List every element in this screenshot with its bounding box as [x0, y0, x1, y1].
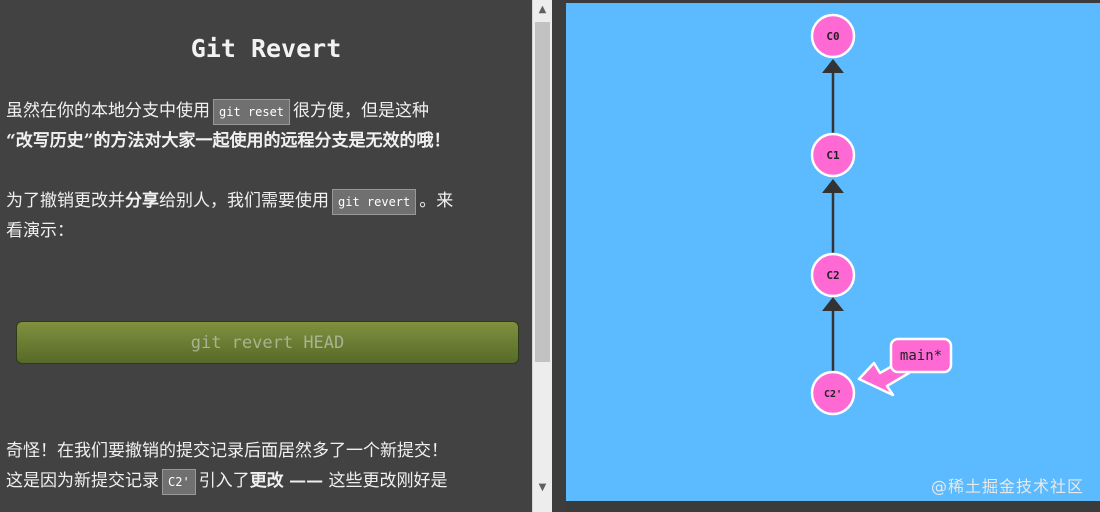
- watermark: @稀土掘金技术社区: [930, 477, 1084, 496]
- commit-c0[interactable]: C0: [810, 13, 856, 59]
- edge-c1-c0: [822, 59, 844, 133]
- branch-label: main*: [900, 348, 942, 364]
- git-visualization: C0 C1 C2 C2' main* @稀土掘金技术社区: [566, 3, 1100, 501]
- inline-code-git-reset: git reset: [213, 98, 291, 125]
- edge-c2-c1: [822, 179, 844, 253]
- inline-code-git-revert: git revert: [332, 188, 417, 215]
- commit-c2-prime[interactable]: C2': [810, 370, 856, 416]
- commit-label: C2': [824, 389, 842, 400]
- commit-c1[interactable]: C1: [810, 132, 856, 178]
- bold-text: 更改: [249, 471, 284, 491]
- dash-text: ——: [289, 471, 324, 491]
- text-span: 为了撤销更改并: [6, 191, 125, 211]
- text-span: 看演示：: [6, 221, 74, 241]
- commit-label: C2: [826, 269, 839, 282]
- text-span: 虽然在你的本地分支中使用: [6, 101, 210, 121]
- text-span: 很方便，但是这种: [293, 101, 430, 121]
- text-span: 引入了: [198, 471, 250, 491]
- inline-code-c2-prime: C2': [162, 468, 196, 495]
- lesson-scrollbar[interactable]: ▲ ▼: [532, 0, 552, 512]
- lesson-paragraph-3: 奇怪！在我们要撤销的提交记录后面居然多了一个新提交！ 这是因为新提交记录 C2' 引…: [6, 436, 528, 496]
- bold-text: 分享: [125, 191, 159, 211]
- lesson-paragraph-1: 虽然在你的本地分支中使用 git reset 很方便，但是这种 “改写历史”的方法对…: [6, 96, 528, 156]
- lesson-panel: Git Revert 虽然在你的本地分支中使用 git reset 很方便，但是这种…: [0, 0, 532, 512]
- lesson-paragraph-2: 为了撤销更改并分享给别人，我们需要使用 git revert 。来 看演示：: [6, 186, 528, 246]
- scroll-thumb[interactable]: [535, 22, 550, 362]
- text-span: “改写历史”的方法对大家一起使用的远程分支是无效的哦！: [6, 131, 451, 151]
- branch-main[interactable]: main*: [857, 337, 953, 397]
- commit-c2[interactable]: C2: [810, 252, 856, 298]
- text-span: 给别人，我们需要使用: [159, 191, 329, 211]
- commit-label: C0: [826, 30, 839, 43]
- commit-label: C1: [826, 149, 840, 162]
- text-span: 。来: [419, 191, 454, 211]
- text-span: 奇怪！在我们要撤销的提交记录后面居然多了一个新提交！: [6, 441, 448, 461]
- text-span: 这是因为新提交记录: [6, 471, 159, 491]
- text-span: 这些更改刚好是: [328, 471, 448, 491]
- panel-divider: [552, 0, 566, 512]
- lesson-title: Git Revert: [190, 34, 342, 63]
- commit-graph: C0 C1 C2 C2' main*: [810, 13, 953, 416]
- run-command-button[interactable]: git revert HEAD: [16, 321, 519, 364]
- scroll-up-arrow-icon[interactable]: ▲: [533, 0, 552, 20]
- scroll-down-arrow-icon[interactable]: ▼: [533, 478, 552, 498]
- edge-c2prime-c2: [822, 297, 844, 371]
